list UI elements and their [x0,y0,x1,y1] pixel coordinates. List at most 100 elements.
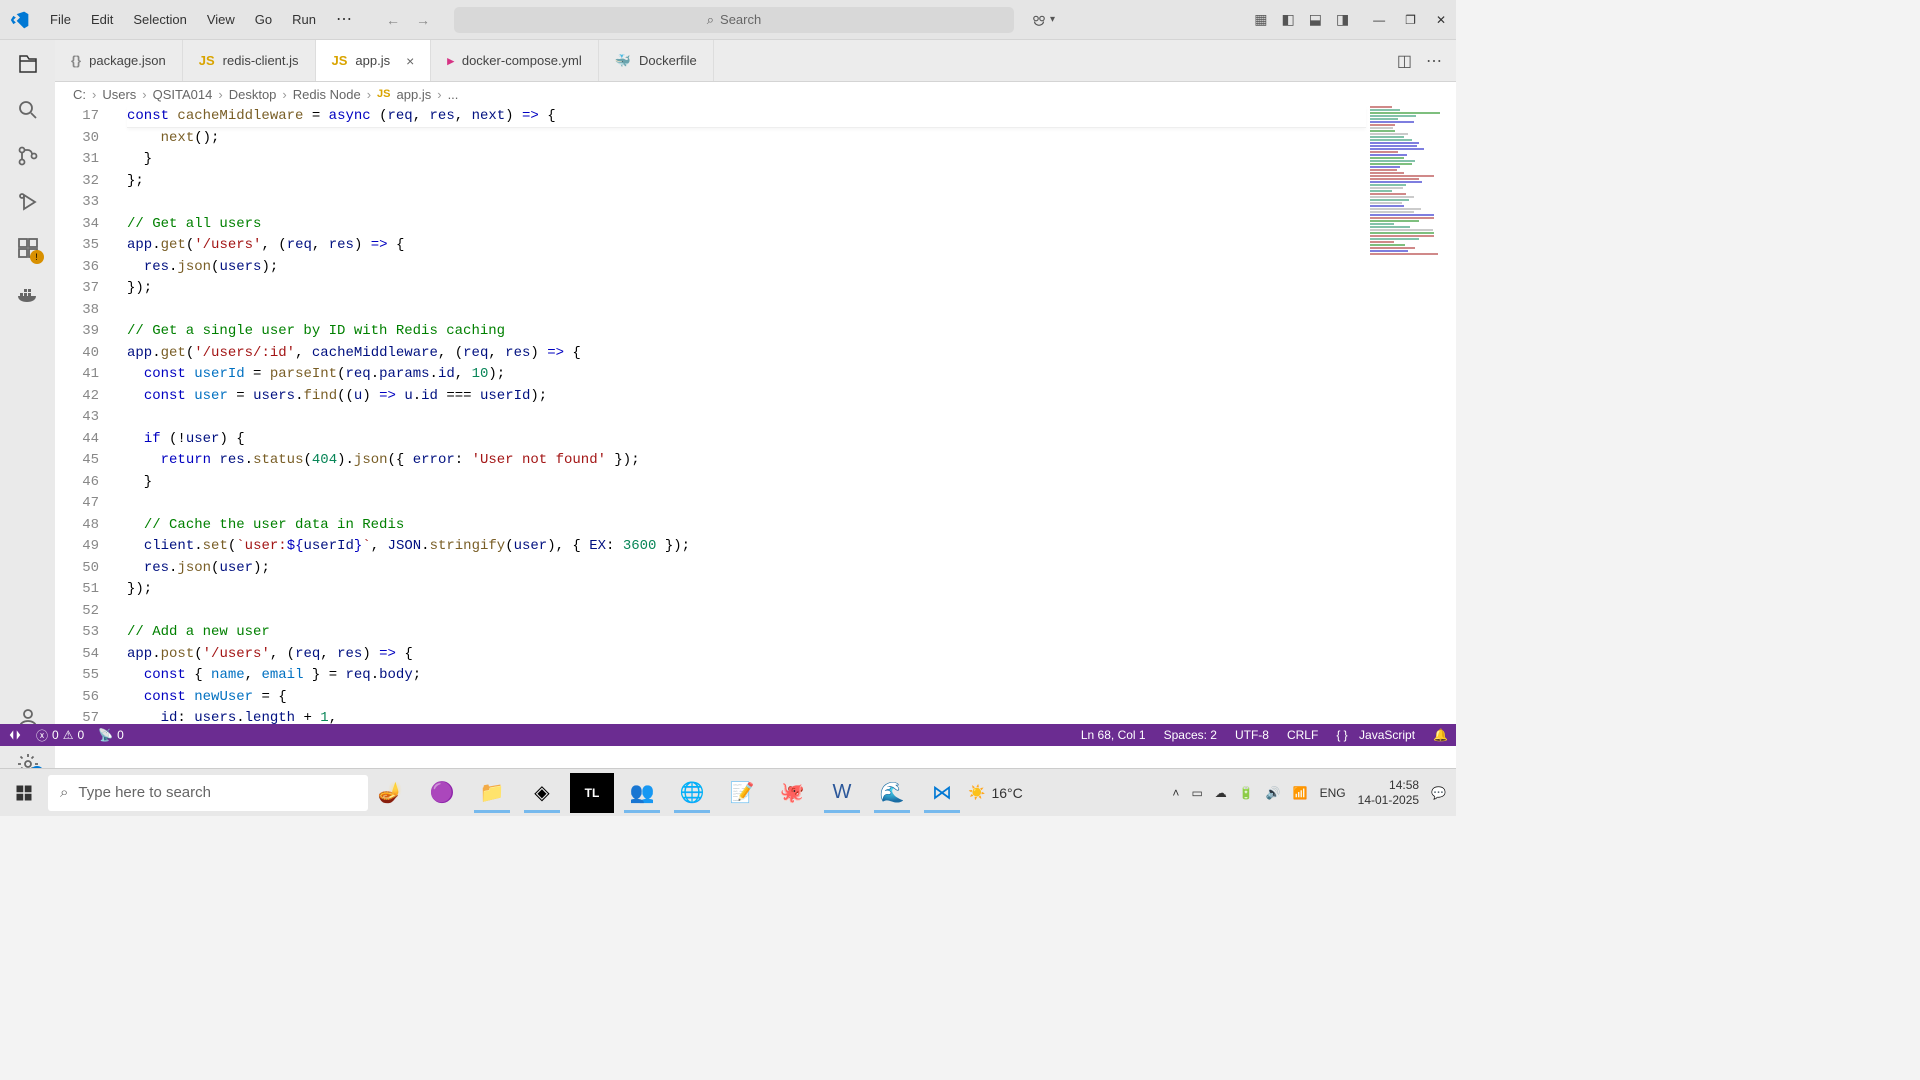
layout-sidebar-left-icon[interactable]: ◧ [1281,11,1294,28]
taskbar-visualstudio-icon[interactable]: ◈ [520,773,564,813]
dockerfile-icon: 🐳 [615,53,631,69]
tray-notifications-icon[interactable]: 💬 [1431,786,1446,800]
extensions-warning-badge: ! [30,250,44,264]
editor-tabs: {}package.json JS redis-client.js JS app.j… [55,40,1456,82]
remote-indicator[interactable] [8,728,22,742]
eol[interactable]: CRLF [1287,728,1318,742]
layout-panel-icon[interactable]: ⬓ [1309,11,1322,28]
breadcrumb-item[interactable]: C: [73,87,86,102]
tray-volume-icon[interactable]: 🔊 [1266,786,1281,800]
command-center-search[interactable]: ⌕ Search [454,7,1014,33]
maximize-icon[interactable]: ❐ [1405,13,1416,27]
run-debug-icon[interactable] [16,190,40,214]
taskbar-search[interactable]: ⌕ Type here to search [48,775,368,811]
explorer-icon[interactable] [16,52,40,76]
main-menu: File Edit Selection View Go Run ⋯ [40,0,362,40]
source-control-icon[interactable] [16,144,40,168]
vscode-icon [0,10,40,30]
taskbar-vscode-icon[interactable]: ⋈ [920,773,964,813]
menu-go[interactable]: Go [245,0,282,40]
code-editor[interactable]: 1730313233343536373839404142434445464748… [55,106,1456,788]
tray-battery-icon[interactable]: 🔋 [1239,786,1254,800]
minimize-icon[interactable]: — [1373,13,1385,27]
indentation[interactable]: Spaces: 2 [1164,728,1217,742]
extensions-icon[interactable]: ! [16,236,40,260]
close-icon[interactable]: ✕ [1436,13,1446,27]
taskbar-weather[interactable]: ☀️ 16°C [968,784,1023,801]
menu-edit[interactable]: Edit [81,0,123,40]
tray-onedrive-icon[interactable]: ☁ [1215,786,1227,800]
search-icon: ⌕ [60,784,68,801]
problems-indicator[interactable]: ⓧ0 ⚠0 [36,727,84,744]
tray-chevron-icon[interactable]: ˄ [1172,786,1179,800]
docker-file-icon: ▸ [447,53,454,69]
layout-customize-icon[interactable]: ▦ [1254,11,1267,28]
tab-dockerfile[interactable]: 🐳 Dockerfile [599,40,714,81]
layout-sidebar-right-icon[interactable]: ◨ [1336,11,1349,28]
tab-redis-client[interactable]: JS redis-client.js [183,40,316,81]
menu-selection[interactable]: Selection [123,0,196,40]
js-file-icon: JS [199,53,215,68]
search-placeholder: Type here to search [78,784,211,801]
js-file-icon: JS [377,88,390,100]
minimap[interactable] [1370,106,1442,406]
taskbar-chrome-icon[interactable]: 🌐 [670,773,714,813]
taskbar-github-icon[interactable]: 🐙 [770,773,814,813]
start-button[interactable] [0,769,48,817]
taskbar-teams-icon[interactable]: 👥 [620,773,664,813]
tray-meet-icon[interactable]: ▭ [1191,786,1202,800]
tray-language[interactable]: ENG [1320,786,1346,800]
nav-back-icon[interactable]: ← [382,8,404,32]
taskbar-explorer-icon[interactable]: 📁 [470,773,514,813]
chevron-down-icon: ▾ [1050,14,1055,25]
tab-label: Dockerfile [639,53,697,68]
menu-file[interactable]: File [40,0,81,40]
language-mode[interactable]: { } JavaScript [1336,728,1415,742]
menu-view[interactable]: View [197,0,245,40]
taskbar-festive-icon[interactable]: 🪔 [368,773,412,813]
encoding[interactable]: UTF-8 [1235,728,1269,742]
error-icon: ⓧ [36,727,48,744]
weather-icon: ☀️ [968,784,985,801]
search-icon[interactable] [16,98,40,122]
breadcrumb-item[interactable]: QSITA014 [153,87,213,102]
js-file-icon: JS [332,53,348,68]
copilot-button[interactable]: ▾ [1030,11,1055,29]
notifications-icon[interactable]: 🔔 [1433,728,1448,742]
breadcrumb-item[interactable]: Desktop [229,87,277,102]
status-bar: ⓧ0 ⚠0 📡0 Ln 68, Col 1 Spaces: 2 UTF-8 CR… [0,724,1456,746]
tab-app-js[interactable]: JS app.js × [316,40,432,81]
taskbar-tl-icon[interactable]: TL [570,773,614,813]
titlebar: File Edit Selection View Go Run ⋯ ← → ⌕ … [0,0,1456,40]
breadcrumb-item[interactable]: app.js [397,87,432,102]
docker-icon[interactable] [16,282,40,306]
taskbar-notepad-icon[interactable]: 📝 [720,773,764,813]
taskbar-edge-icon[interactable]: 🌊 [870,773,914,813]
menu-more-icon[interactable]: ⋯ [326,0,362,40]
ports-indicator[interactable]: 📡0 [98,728,124,742]
clock-date: 14-01-2025 [1358,793,1419,807]
breadcrumb-item[interactable]: Redis Node [293,87,361,102]
cursor-position[interactable]: Ln 68, Col 1 [1081,728,1146,742]
taskbar-word-icon[interactable]: W [820,773,864,813]
split-editor-icon[interactable]: ◫ [1397,51,1412,71]
more-actions-icon[interactable]: ⋯ [1426,51,1442,71]
search-icon: ⌕ [707,12,714,28]
json-file-icon: {} [71,53,81,68]
tab-close-icon[interactable]: × [406,53,414,69]
tab-package-json[interactable]: {}package.json [55,40,183,81]
breadcrumb-item[interactable]: ... [448,87,459,102]
tab-label: docker-compose.yml [462,53,582,68]
breadcrumb-item[interactable]: Users [102,87,136,102]
taskbar-clock[interactable]: 14:58 14-01-2025 [1358,778,1419,807]
nav-forward-icon[interactable]: → [412,8,434,32]
menu-run[interactable]: Run [282,0,326,40]
breadcrumbs[interactable]: C:› Users› QSITA014› Desktop› Redis Node… [55,82,1456,106]
tab-label: app.js [355,53,390,68]
code-content[interactable]: const cacheMiddleware = async (req, res,… [127,106,1366,788]
clock-time: 14:58 [1358,778,1419,792]
tab-docker-compose[interactable]: ▸ docker-compose.yml [431,40,598,81]
taskbar-copilot-icon[interactable]: 🟣 [420,773,464,813]
tab-label: redis-client.js [223,53,299,68]
tray-wifi-icon[interactable]: 📶 [1293,786,1308,800]
